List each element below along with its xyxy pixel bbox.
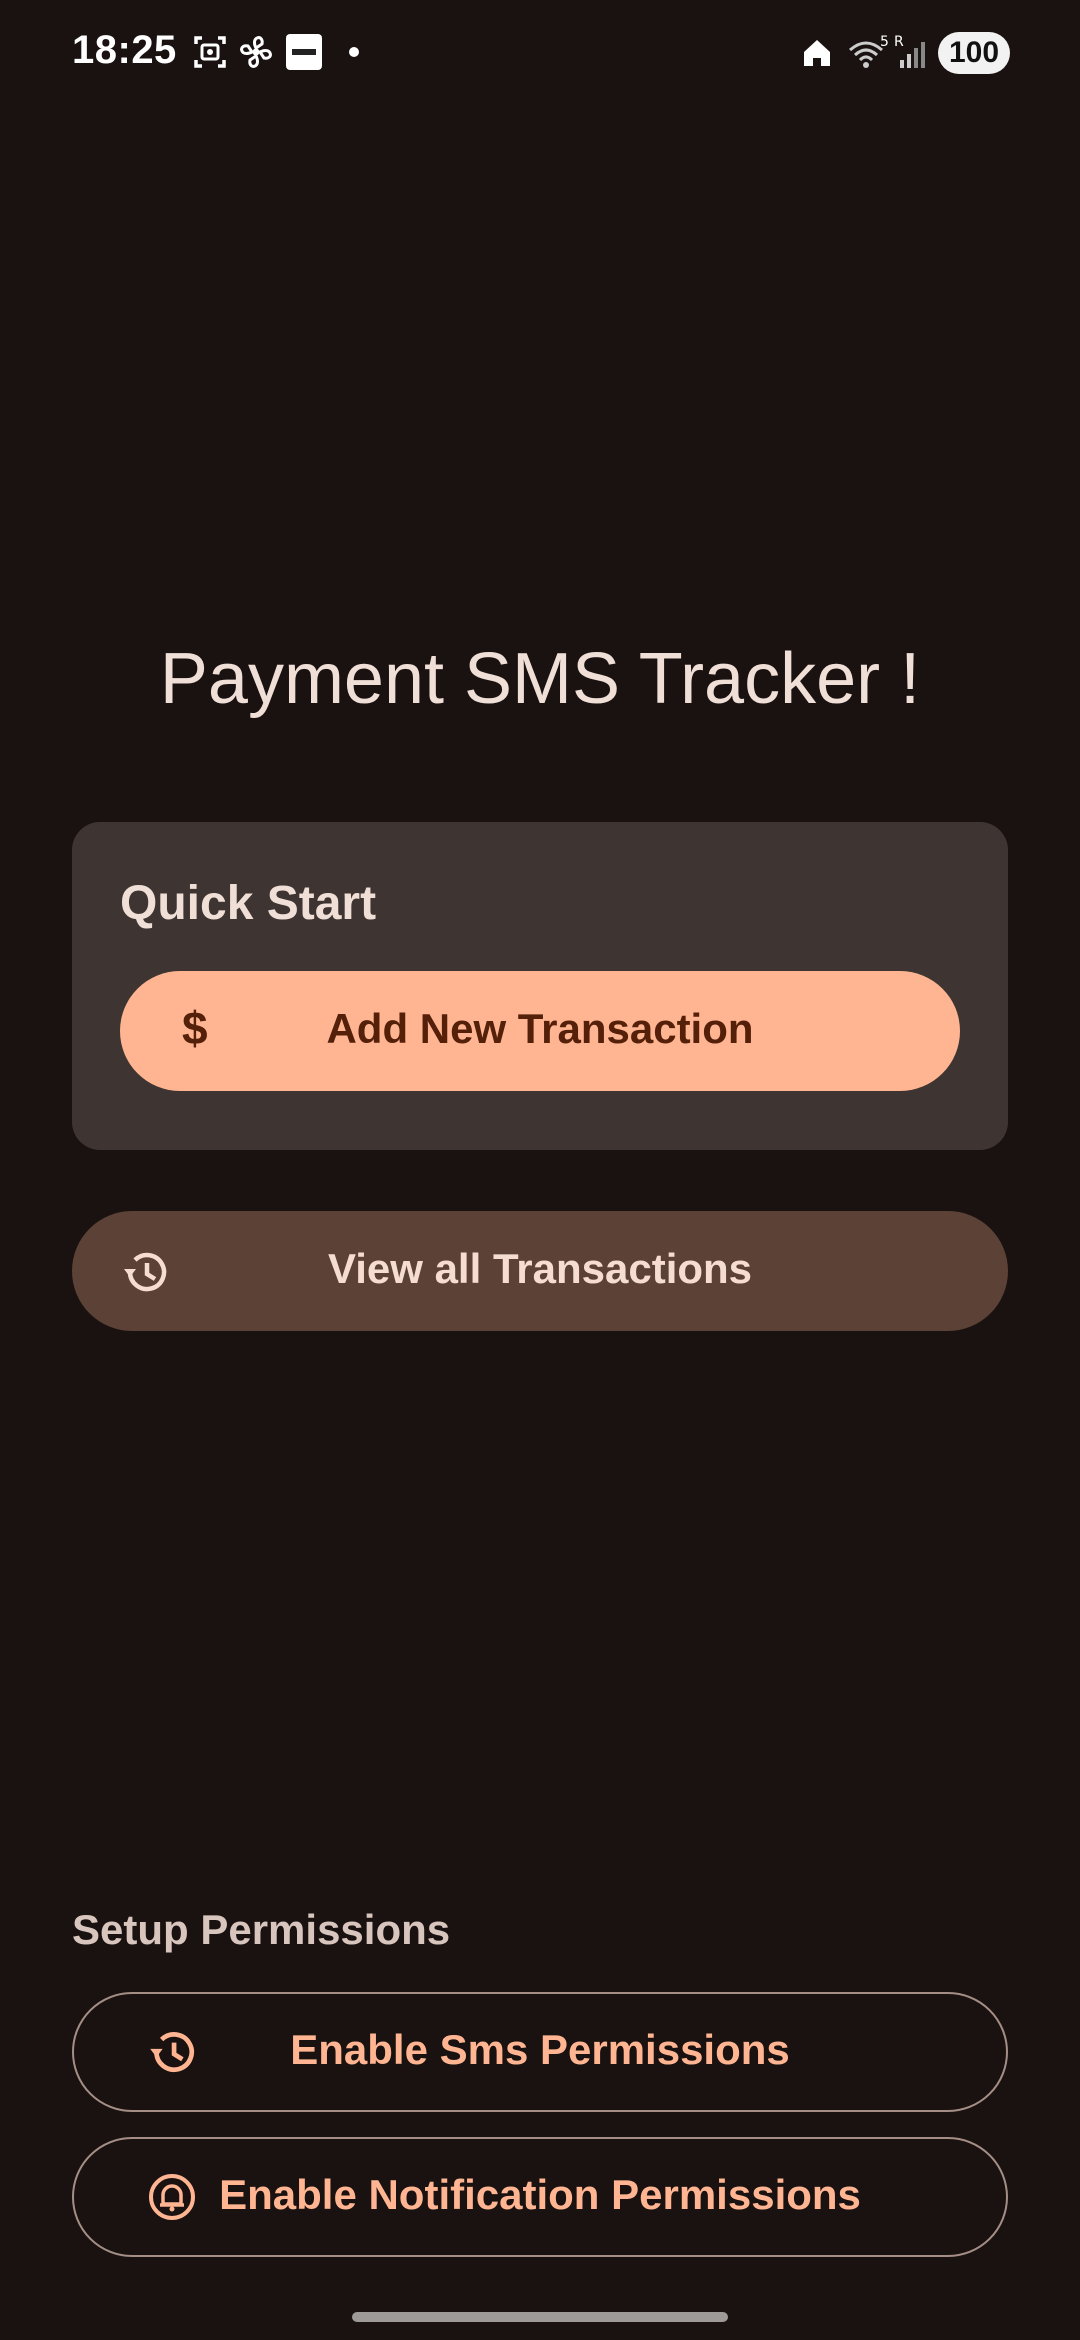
- view-all-transactions-label: View all Transactions: [327, 1245, 753, 1292]
- paytm-icon: [286, 34, 322, 70]
- enable-sms-permissions-label: Enable Sms Permissions: [290, 2026, 790, 2073]
- battery-indicator: 100: [938, 32, 1010, 74]
- app-screen: 18:25 5 R 100 Payment SMS Tracker ! Quic…: [0, 0, 1080, 2340]
- app-title: Payment SMS Tracker !: [159, 639, 921, 719]
- quick-start-heading: Quick Start: [120, 877, 377, 930]
- screenshot-icon: [194, 36, 226, 68]
- add-transaction-button[interactable]: $ Add New Transaction: [120, 971, 960, 1091]
- view-all-transactions-button[interactable]: View all Transactions: [72, 1211, 1008, 1331]
- enable-notification-permissions-button[interactable]: Enable Notification Permissions: [72, 2137, 1008, 2257]
- enable-notification-permissions-label: Enable Notification Permissions: [219, 2171, 861, 2218]
- signal-icon: R: [894, 34, 925, 68]
- status-time: 18:25: [72, 28, 177, 72]
- gesture-nav-handle[interactable]: [352, 2312, 728, 2322]
- dot-icon: [349, 47, 359, 57]
- fan-icon: [240, 36, 272, 68]
- add-transaction-label: Add New Transaction: [326, 1005, 754, 1052]
- home-icon: [804, 40, 830, 66]
- wifi-icon: 5: [849, 34, 889, 68]
- setup-permissions-heading: Setup Permissions: [72, 1906, 451, 1953]
- quick-start-card: Quick Start $ Add New Transaction: [72, 822, 1008, 1150]
- status-bar: 18:25 5 R 100: [0, 0, 1080, 106]
- enable-sms-permissions-button[interactable]: Enable Sms Permissions: [72, 1992, 1008, 2112]
- svg-text:R: R: [894, 34, 904, 50]
- svg-text:5: 5: [880, 34, 889, 50]
